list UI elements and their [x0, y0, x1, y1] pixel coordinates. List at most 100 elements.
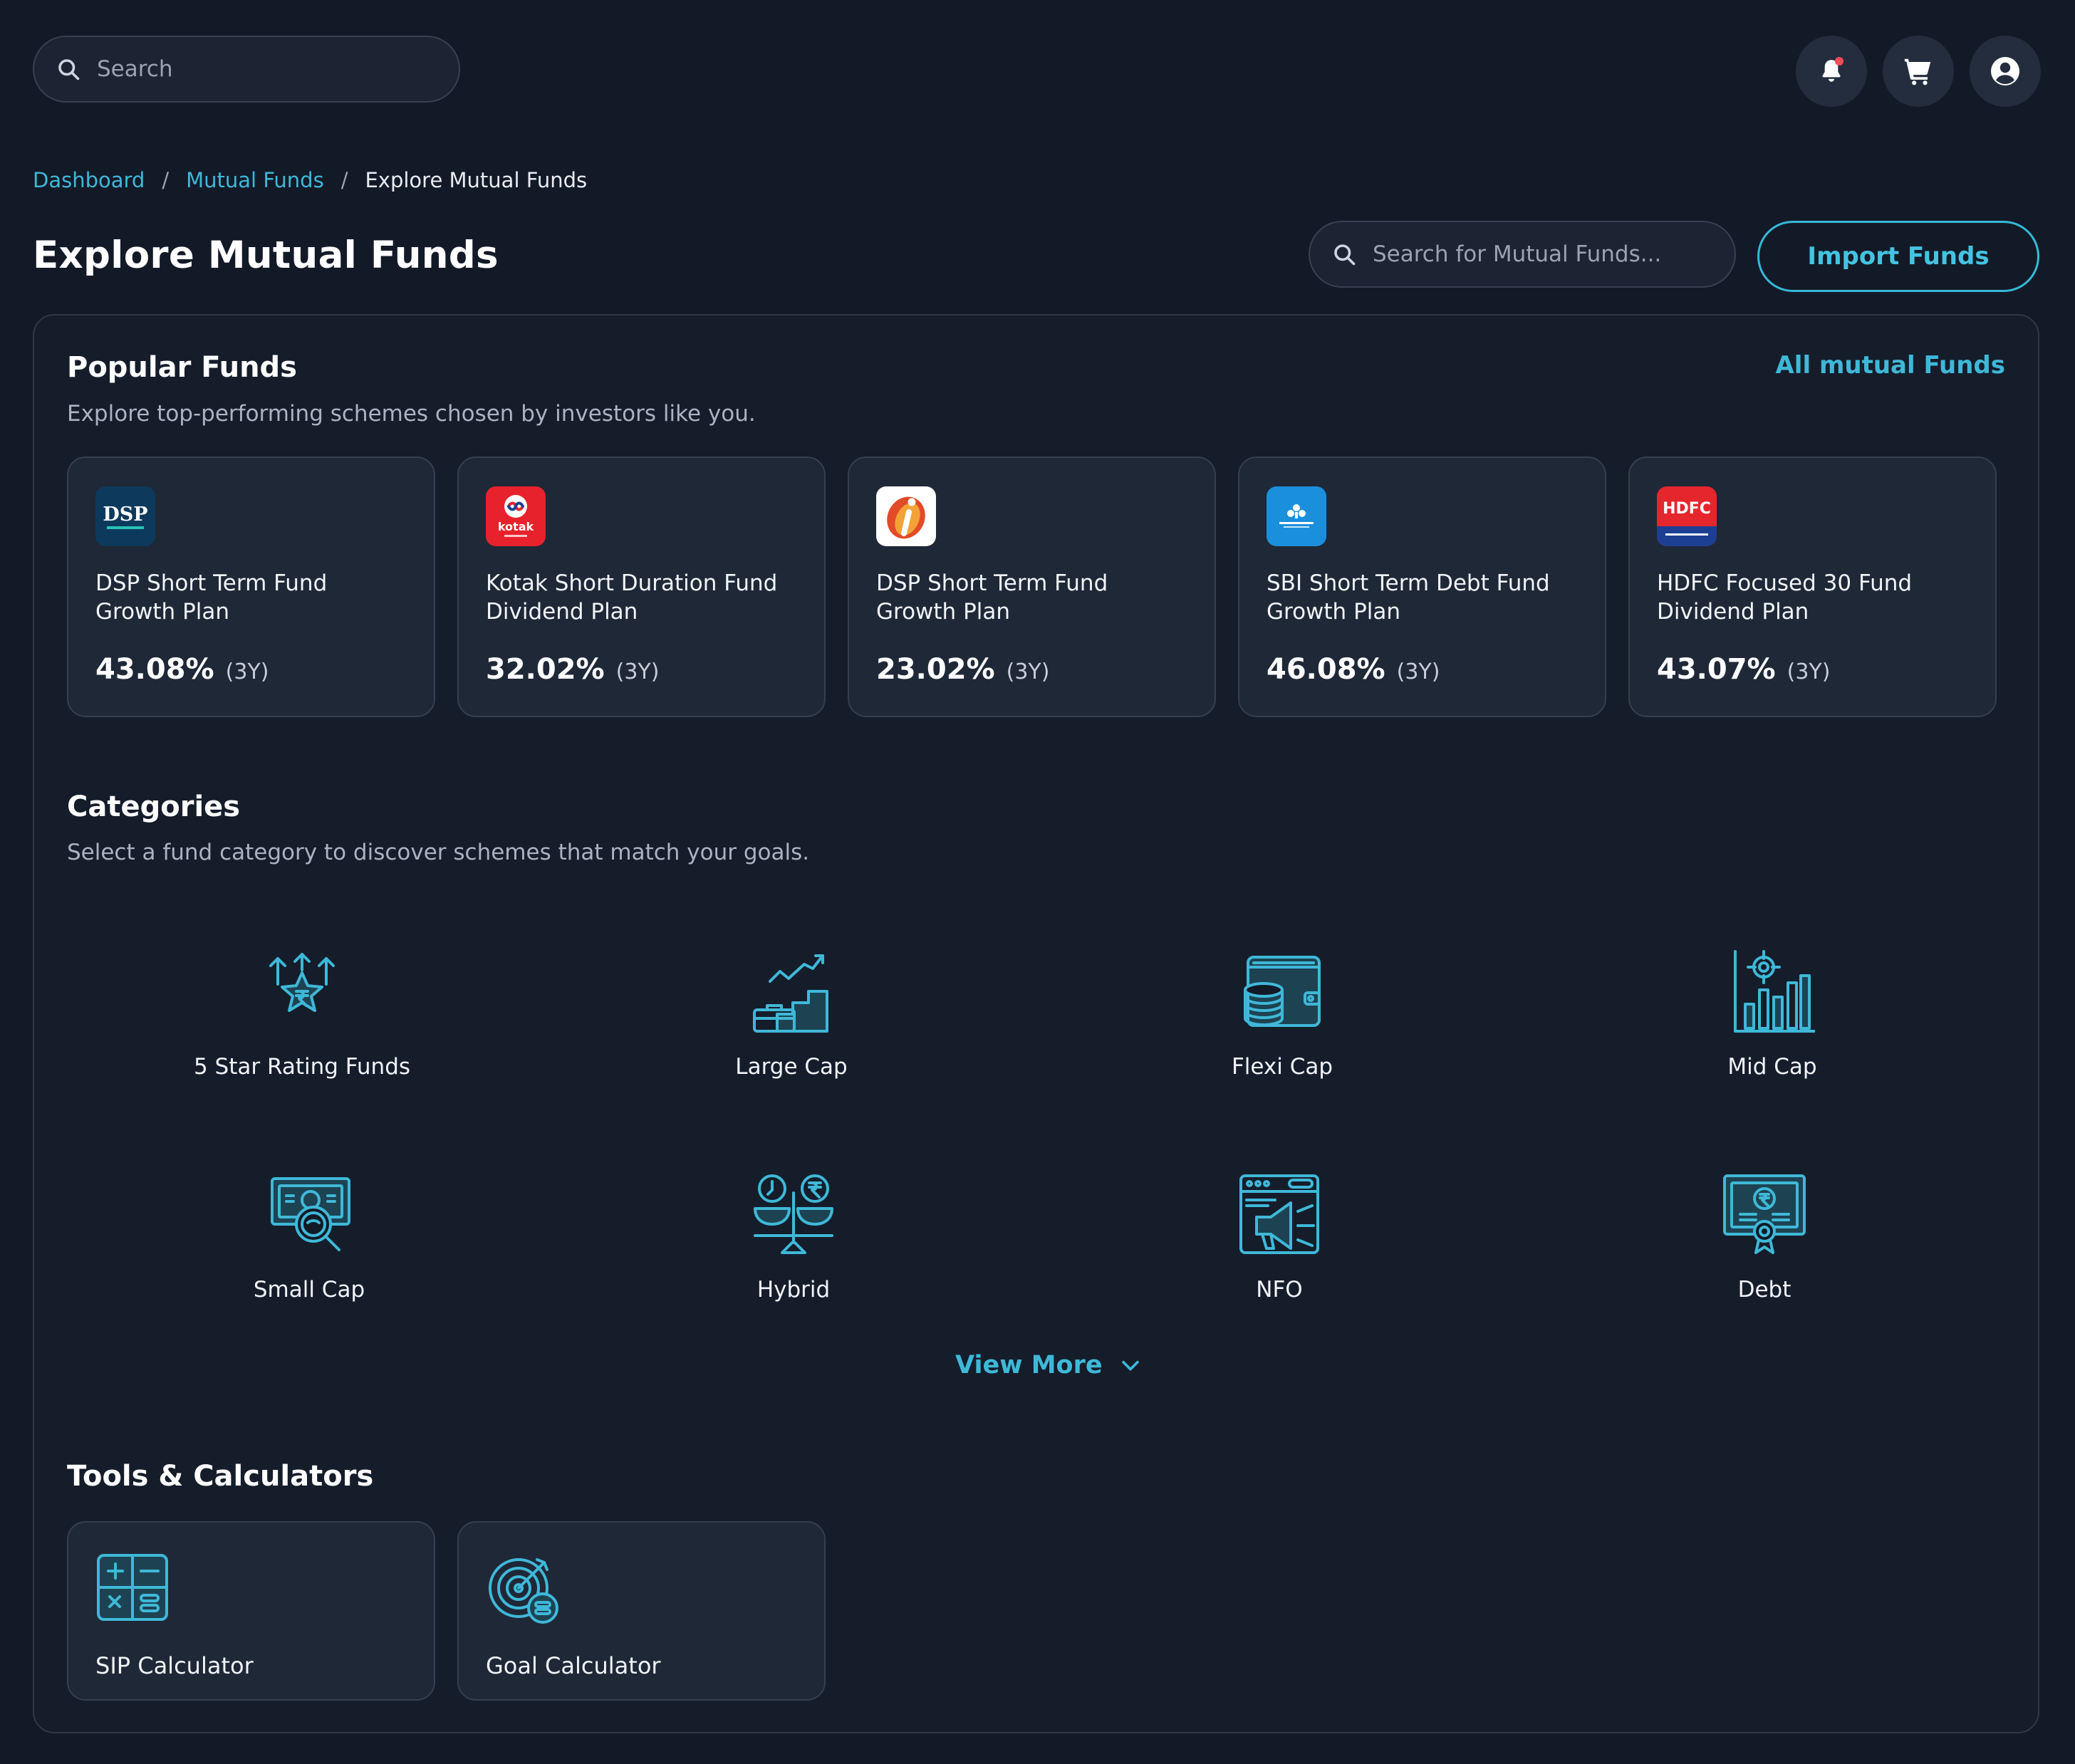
megaphone-browser-icon: [1239, 1174, 1319, 1254]
fund-name-line2: Growth Plan: [1267, 599, 1401, 625]
category-label: NFO: [1256, 1277, 1303, 1303]
fund-card[interactable]: kotak Kotak Short Duration Fund Dividend…: [457, 456, 826, 717]
tool-label: Goal Calculator: [486, 1652, 661, 1679]
goal-target-icon: [489, 1558, 558, 1624]
fund-return-period: (3Y): [225, 659, 269, 684]
explore-mutual-funds-page: Dashboard / Mutual Funds / Explore Mutua…: [0, 0, 2075, 1764]
fund-return: 43.08% (3Y): [95, 653, 269, 686]
money-search-icon: [271, 1177, 350, 1251]
fund-return: 23.02% (3Y): [876, 653, 1049, 686]
breadcrumb: Dashboard / Mutual Funds / Explore Mutua…: [33, 168, 587, 192]
fund-name: DSP Short Term Fund Growth Plan: [876, 569, 1190, 626]
view-more-label: View More: [955, 1351, 1103, 1379]
breadcrumb-separator: /: [162, 168, 170, 192]
fund-name-line1: DSP Short Term Fund: [876, 570, 1108, 596]
fund-name-line2: Growth Plan: [95, 599, 230, 625]
popular-funds-subtitle: Explore top-performing schemes chosen by…: [67, 401, 756, 427]
sip-calculator-card[interactable]: SIP Calculator: [67, 1521, 435, 1701]
fund-name-line2: Dividend Plan: [486, 599, 638, 625]
category-label: Flexi Cap: [1231, 1054, 1333, 1080]
category-label: 5 Star Rating Funds: [193, 1054, 411, 1080]
cart-icon: [1904, 58, 1931, 85]
header-actions: [1796, 36, 2041, 107]
chevron-down-icon: [1121, 1360, 1139, 1371]
category-hybrid[interactable]: Hybrid: [608, 1171, 979, 1303]
fund-return: 43.07% (3Y): [1657, 653, 1830, 686]
fund-card[interactable]: HDFC HDFC Focused 30 Fund Dividend Plan …: [1628, 456, 1997, 717]
search-icon: [58, 59, 80, 80]
search-icon: [1334, 244, 1356, 266]
breadcrumb-mutual-funds[interactable]: Mutual Funds: [186, 168, 324, 192]
category-mid-cap[interactable]: Mid Cap: [1587, 949, 1957, 1080]
svg-text:DSP: DSP: [103, 503, 147, 526]
fund-name-line2: Dividend Plan: [1657, 599, 1809, 625]
fund-card[interactable]: DSP Short Term Fund Growth Plan 23.02% (…: [848, 456, 1216, 717]
fund-return-period: (3Y): [1787, 659, 1831, 684]
fund-card[interactable]: SBI Short Term Debt Fund Growth Plan 46.…: [1238, 456, 1606, 717]
calculator-icon: [97, 1554, 168, 1621]
category-label: Large Cap: [735, 1054, 848, 1080]
fund-return-value: 23.02%: [876, 653, 995, 686]
all-mutual-funds-link[interactable]: All mutual Funds: [1775, 351, 2005, 380]
fund-return-value: 43.07%: [1657, 653, 1776, 686]
svg-text:kotak: kotak: [498, 520, 534, 533]
fund-name: Kotak Short Duration Fund Dividend Plan: [486, 569, 799, 626]
fund-card[interactable]: DSP DSP Short Term Fund Growth Plan 43.0…: [67, 456, 435, 717]
categories-title: Categories: [67, 790, 241, 823]
global-search-input[interactable]: [97, 56, 417, 82]
fund-return-period: (3Y): [1006, 659, 1050, 684]
page-title: Explore Mutual Funds: [33, 234, 499, 277]
fund-return-value: 43.08%: [95, 653, 214, 686]
global-search[interactable]: [33, 36, 460, 103]
category-nfo[interactable]: NFO: [1094, 1171, 1465, 1303]
notifications-button[interactable]: [1796, 36, 1867, 107]
target-bars-icon: [1734, 950, 1815, 1033]
view-more-button[interactable]: View More: [955, 1351, 1143, 1379]
category-label: Debt: [1737, 1277, 1791, 1303]
fund-return: 32.02% (3Y): [486, 653, 659, 686]
breadcrumb-separator: /: [340, 168, 348, 192]
import-funds-button[interactable]: Import Funds: [1757, 221, 2039, 292]
kotak-logo: kotak: [486, 486, 546, 546]
fund-name-line1: SBI Short Term Debt Fund: [1267, 570, 1550, 596]
fund-name-line2: Growth Plan: [876, 599, 1011, 625]
category-large-cap[interactable]: Large Cap: [606, 949, 977, 1080]
fund-return-period: (3Y): [615, 659, 660, 684]
fund-return-value: 32.02%: [486, 653, 605, 686]
categories-subtitle: Select a fund category to discover schem…: [67, 840, 810, 865]
fund-name-line1: HDFC Focused 30 Fund: [1657, 570, 1913, 596]
goal-calculator-card[interactable]: Goal Calculator: [457, 1521, 826, 1701]
fund-name: SBI Short Term Debt Fund Growth Plan: [1267, 569, 1580, 626]
icici-logo: [876, 486, 936, 546]
wallet-coins-icon: [1244, 956, 1321, 1027]
category-label: Small Cap: [253, 1277, 365, 1303]
user-icon: [1991, 57, 2019, 85]
breadcrumb-dashboard[interactable]: Dashboard: [33, 168, 145, 192]
main-panel: Popular Funds Explore top-performing sch…: [33, 314, 2039, 1733]
fund-search[interactable]: [1309, 221, 1736, 288]
star-rupee-icon: [269, 953, 335, 1012]
category-flexi-cap[interactable]: Flexi Cap: [1097, 949, 1467, 1080]
popular-funds-title: Popular Funds: [67, 351, 297, 384]
category-label: Mid Cap: [1727, 1054, 1817, 1080]
fund-name: DSP Short Term Fund Growth Plan: [95, 569, 409, 626]
growth-stairs-icon: [753, 954, 828, 1033]
certificate-icon: [1723, 1174, 1806, 1254]
fund-name-line1: Kotak Short Duration Fund: [486, 570, 778, 596]
svg-text:HDFC: HDFC: [1663, 500, 1711, 518]
breadcrumb-current: Explore Mutual Funds: [365, 168, 588, 192]
fund-name: HDFC Focused 30 Fund Dividend Plan: [1657, 569, 1970, 626]
cart-button[interactable]: [1883, 36, 1954, 107]
category-small-cap[interactable]: Small Cap: [124, 1171, 494, 1303]
hdfc-logo: HDFC: [1657, 486, 1717, 546]
sbi-logo: [1267, 486, 1326, 546]
balance-scale-icon: [754, 1174, 833, 1254]
fund-return: 46.08% (3Y): [1267, 653, 1440, 686]
category-label: Hybrid: [756, 1277, 831, 1303]
fund-return-value: 46.08%: [1267, 653, 1385, 686]
fund-search-input[interactable]: [1373, 241, 1729, 267]
category-debt[interactable]: Debt: [1579, 1171, 1950, 1303]
category-5-star-rating[interactable]: 5 Star Rating Funds: [117, 949, 487, 1080]
profile-button[interactable]: [1970, 36, 2041, 107]
tools-title: Tools & Calculators: [67, 1460, 374, 1493]
